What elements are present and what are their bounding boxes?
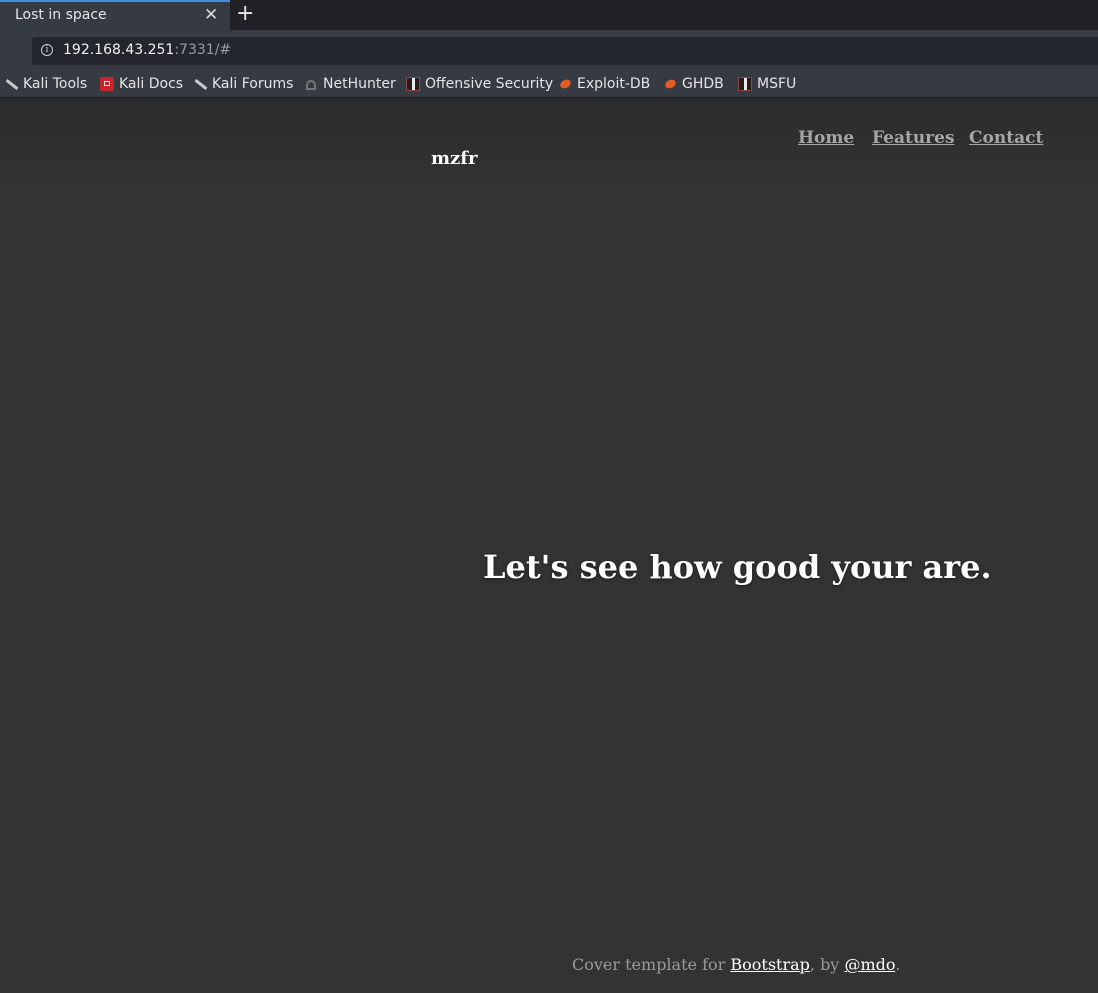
exploit-db-icon bbox=[663, 77, 677, 91]
kali-dragon-icon bbox=[4, 77, 18, 91]
footer-prefix: Cover template for bbox=[572, 955, 731, 974]
mdo-link[interactable]: @mdo bbox=[844, 955, 895, 974]
bookmark-kali-docs[interactable]: Kali Docs bbox=[100, 74, 183, 94]
footer-suffix: . bbox=[895, 955, 901, 974]
kali-dragon-icon bbox=[193, 77, 207, 91]
bookmark-label: NetHunter bbox=[323, 76, 396, 92]
bookmark-exploit-db[interactable]: Exploit-DB bbox=[558, 74, 650, 94]
nav-features-link[interactable]: Features bbox=[872, 128, 955, 148]
bookmark-label: Kali Tools bbox=[23, 76, 88, 92]
new-tab-icon[interactable]: + bbox=[236, 1, 254, 27]
bootstrap-link[interactable]: Bootstrap bbox=[730, 955, 810, 974]
bookmark-label: MSFU bbox=[757, 76, 797, 92]
tab-strip: Lost in space ✕ + bbox=[0, 0, 1098, 30]
browser-tab[interactable]: Lost in space ✕ bbox=[0, 0, 230, 30]
url-bar[interactable]: i 192.168.43.251:7331/# bbox=[32, 37, 1098, 65]
offsec-icon bbox=[406, 77, 420, 91]
site-info-icon[interactable]: i bbox=[41, 44, 53, 56]
bookmark-nethunter[interactable]: NetHunter bbox=[304, 74, 396, 94]
bookmark-label: Offensive Security bbox=[425, 76, 554, 92]
site-brand: mzfr bbox=[431, 148, 478, 169]
nav-contact-link[interactable]: Contact bbox=[969, 128, 1043, 148]
footer-middle: , by bbox=[809, 955, 845, 974]
bookmark-kali-tools[interactable]: Kali Tools bbox=[4, 74, 87, 94]
url-host: 192.168.43.251 bbox=[63, 42, 175, 58]
nethunter-icon bbox=[304, 77, 318, 91]
bookmarks-toolbar: Kali Tools Kali Docs Kali Forums NetHunt… bbox=[0, 72, 1098, 98]
cover-heading: Let's see how good your are. bbox=[483, 548, 992, 586]
offsec-icon bbox=[738, 77, 752, 91]
url-port: :7331/# bbox=[174, 42, 232, 58]
bookmark-msfu[interactable]: MSFU bbox=[738, 74, 796, 94]
bookmark-offensive-security[interactable]: Offensive Security bbox=[406, 74, 553, 94]
bookmark-kali-forums[interactable]: Kali Forums bbox=[193, 74, 293, 94]
tab-title: Lost in space bbox=[15, 7, 107, 23]
bookmark-ghdb[interactable]: GHDB bbox=[663, 74, 724, 94]
bookmark-label: GHDB bbox=[682, 76, 724, 92]
kali-docs-icon bbox=[100, 77, 114, 91]
bookmark-label: Kali Forums bbox=[212, 76, 294, 92]
bookmark-label: Kali Docs bbox=[119, 76, 184, 92]
navigation-toolbar: i 192.168.43.251:7331/# bbox=[0, 30, 1098, 72]
url-text[interactable]: 192.168.43.251:7331/# bbox=[63, 42, 231, 58]
bookmark-label: Exploit-DB bbox=[577, 76, 651, 92]
nav-home-link[interactable]: Home bbox=[798, 128, 854, 148]
footer: Cover template for Bootstrap, by @mdo. bbox=[572, 955, 900, 974]
exploit-db-icon bbox=[558, 77, 572, 91]
close-tab-icon[interactable]: ✕ bbox=[204, 5, 218, 25]
